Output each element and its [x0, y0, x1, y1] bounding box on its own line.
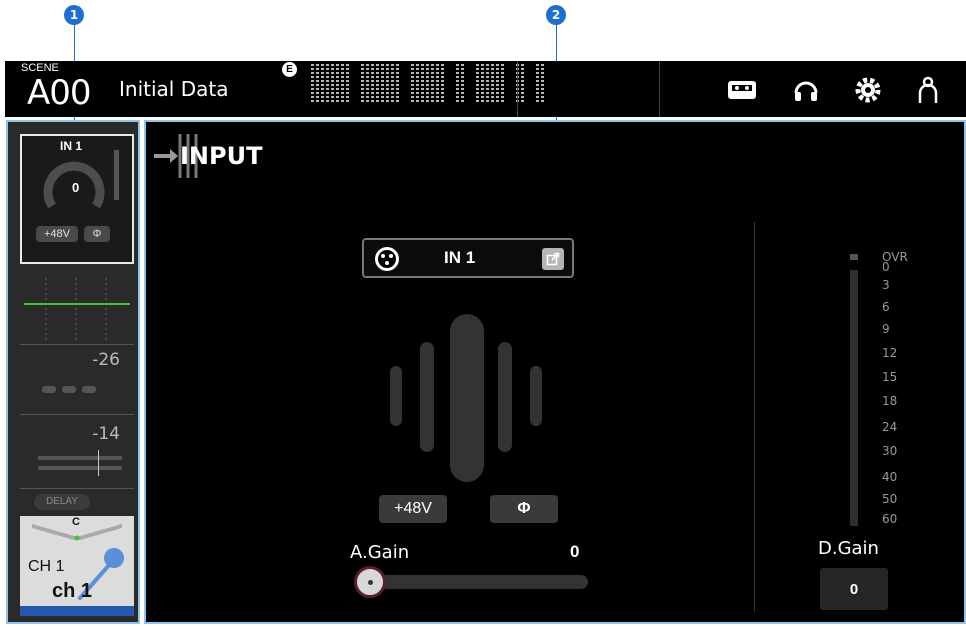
analog-gain-value: 0 — [570, 542, 580, 561]
callout-1: 1 — [64, 5, 84, 25]
settings-gear-icon[interactable] — [853, 75, 883, 105]
strip-gain-value: 0 — [72, 180, 80, 195]
comp-threshold-value: -14 — [92, 424, 120, 444]
input-gain-section[interactable]: IN 1 0 +48V Φ — [20, 134, 134, 264]
input-port-selector[interactable]: IN 1 — [362, 238, 574, 278]
strip-phantom-button[interactable]: +48V — [36, 226, 78, 242]
screen: 1 2 SCENE A00 Initial Data E IN 1 0 +48V… — [0, 0, 966, 632]
channel-name: ch 1 — [52, 580, 93, 602]
input-panel: INPUT IN 1 +48V Φ A.Gain 0 OVR 0 3 6 9 1… — [144, 120, 966, 624]
delay-button[interactable]: DELAY — [34, 494, 90, 510]
callout-2: 2 — [546, 5, 566, 25]
analog-gain-label: A.Gain — [350, 542, 410, 563]
analog-gain-slider[interactable] — [358, 575, 588, 589]
headphones-icon[interactable] — [791, 75, 821, 105]
page-title: INPUT — [180, 142, 263, 170]
input-port-label: IN 1 — [444, 248, 476, 267]
gate-threshold-value: -26 — [92, 350, 120, 370]
pan-label: C — [72, 516, 80, 528]
channel-meter-bridge[interactable] — [311, 64, 544, 104]
analog-gain-slider-knob[interactable] — [354, 566, 386, 598]
channel-strip: IN 1 0 +48V Φ -26 -14 DELAY C CH 1 ch 1 — [6, 120, 140, 624]
panel-divider — [754, 222, 755, 612]
gate-section[interactable]: -26 — [20, 346, 134, 410]
recorder-icon[interactable] — [727, 75, 757, 105]
digital-gain-label: D.Gain — [818, 538, 879, 559]
user-icon[interactable] — [913, 75, 943, 105]
strip-phase-button[interactable]: Φ — [84, 226, 110, 242]
comp-section[interactable]: -14 — [20, 416, 134, 486]
input-waveform-icon — [390, 314, 542, 482]
channel-name-section[interactable]: C CH 1 ch 1 — [20, 516, 134, 616]
eq-graph[interactable] — [20, 278, 134, 340]
xlr-connector-icon — [375, 247, 399, 271]
edit-badge: E — [282, 62, 297, 77]
strip-input-meter — [114, 150, 119, 200]
digital-gain-field[interactable]: 0 — [820, 568, 888, 610]
overload-indicator — [850, 254, 858, 260]
phantom-power-button[interactable]: +48V — [379, 495, 447, 523]
top-bar: SCENE A00 Initial Data E — [5, 61, 966, 117]
channel-number: CH 1 — [28, 558, 65, 575]
digital-gain-meter — [850, 270, 858, 526]
external-link-icon[interactable] — [542, 248, 564, 270]
scene-name[interactable]: Initial Data — [119, 77, 228, 101]
phase-button[interactable]: Φ — [490, 495, 558, 523]
strip-channel-label: IN 1 — [60, 139, 83, 153]
scene-number[interactable]: A00 — [27, 73, 92, 113]
channel-color-bar — [20, 606, 134, 616]
